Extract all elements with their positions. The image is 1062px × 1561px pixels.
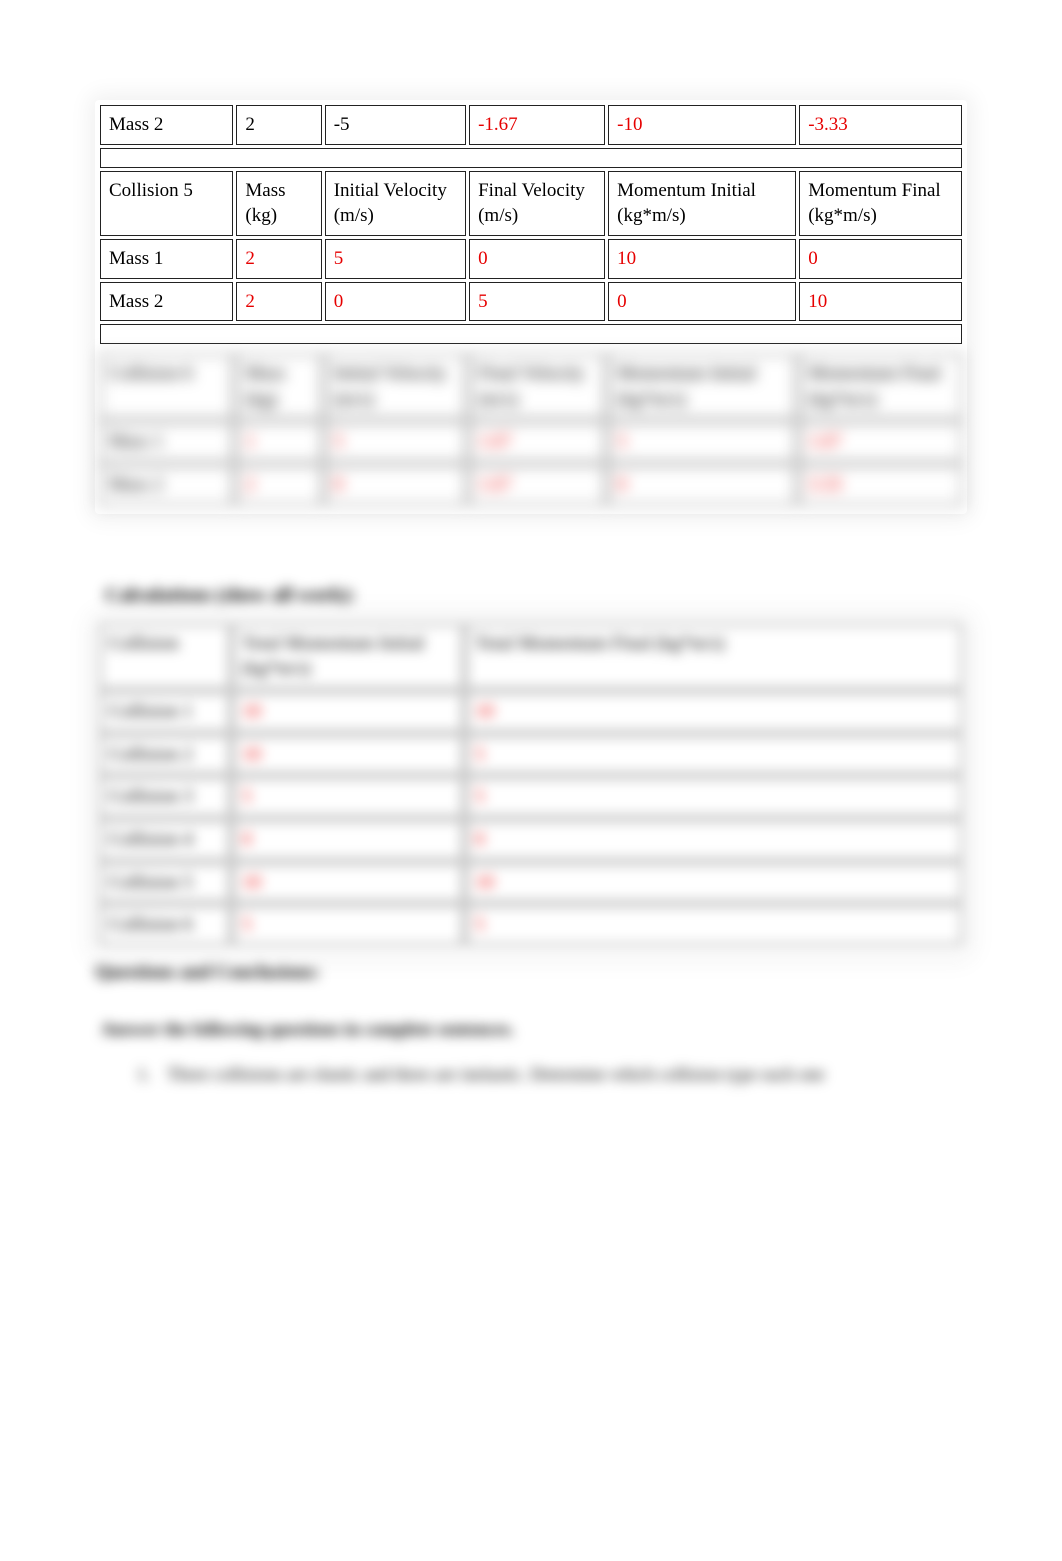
cell-tf: 5: [466, 777, 962, 817]
header-mass: Mass (kg): [236, 171, 321, 236]
header-pf: Momentum Final (kg*m/s): [799, 171, 962, 236]
cell-vi: -5: [325, 105, 466, 145]
row-label: Mass 2: [100, 282, 233, 322]
table-row: Collision 3 5 5: [100, 777, 962, 817]
calculations-table: Collision Total Momentum Initial (kg*m/s…: [97, 621, 965, 948]
row-label: Mass 1: [100, 422, 233, 462]
header-pf: Momentum Final (kg*m/s): [799, 354, 962, 419]
header-vf: Final Velocity (m/s): [469, 354, 605, 419]
header-total-final: Total Momentum Final (kg*m/s): [466, 624, 962, 689]
calculations-heading: Calculations (show all work):: [105, 584, 967, 607]
calculations-table-wrap: Collision Total Momentum Initial (kg*m/s…: [95, 619, 967, 954]
cell-tf: 5: [466, 905, 962, 945]
header-vi: Initial Velocity (m/s): [325, 171, 466, 236]
row-label: Mass 2: [100, 465, 233, 505]
cell: 1.67: [799, 422, 962, 462]
cell: 0: [325, 465, 466, 505]
cell-ti: 10: [233, 735, 463, 775]
header-vi: Initial Velocity (m/s): [325, 354, 466, 419]
spacer-row: [100, 324, 962, 344]
cell-collision: Collision 3: [100, 777, 230, 817]
header-collision: Collision: [100, 624, 230, 689]
cell-mass: 2: [236, 105, 321, 145]
cell-collision: Collision 1: [100, 692, 230, 732]
cell: 1: [236, 422, 321, 462]
cell-ti: 10: [233, 692, 463, 732]
collision-tables-block: Mass 2 2 -5 -1.67 -10 -3.33 Collision 5 …: [95, 100, 967, 514]
table-header-row: Collision 5 Mass (kg) Initial Velocity (…: [100, 171, 962, 236]
header-pi: Momentum Initial (kg*m/s): [608, 171, 796, 236]
cell-collision: Collision 2: [100, 735, 230, 775]
header-pi: Momentum Initial (kg*m/s): [608, 354, 796, 419]
cell-ti: 0: [233, 820, 463, 860]
cell: 1.67: [469, 465, 605, 505]
question-1: Three collisions are elastic and three a…: [155, 1064, 967, 1085]
cell-ti: 10: [233, 863, 463, 903]
table-row: Collision 2 10 5: [100, 735, 962, 775]
table-row: Collision 6 5 5: [100, 905, 962, 945]
questions-heading: Questions and Conclusions:: [95, 962, 967, 984]
cell: 3.33: [799, 465, 962, 505]
cell: 0: [608, 465, 796, 505]
cell-tf: 10: [466, 863, 962, 903]
cell-pf: 10: [799, 282, 962, 322]
header-total-initial: Total Momentum Initial (kg*m/s): [233, 624, 463, 689]
cell-pf: 0: [799, 239, 962, 279]
cell-collision: Collision 6: [100, 905, 230, 945]
question-list: Three collisions are elastic and three a…: [155, 1064, 967, 1085]
table-row: Collision 5 10 10: [100, 863, 962, 903]
table-header-row: Collision Total Momentum Initial (kg*m/s…: [100, 624, 962, 689]
cell: 1.67: [469, 422, 605, 462]
table-row: Collision 4 0 0: [100, 820, 962, 860]
cell-vf: -1.67: [469, 105, 605, 145]
cell-tf: 10: [466, 692, 962, 732]
table-header-row: Collision 6 Mass (kg) Initial Velocity (…: [100, 354, 962, 419]
cell-vi: 0: [325, 282, 466, 322]
collision6-table-blurred: Collision 6 Mass (kg) Initial Velocity (…: [97, 351, 965, 508]
table-row: Mass 1 2 5 0 10 0: [100, 239, 962, 279]
cell-tf: 5: [466, 735, 962, 775]
table-row: Mass 2 2 0 1.67 0 3.33: [100, 465, 962, 505]
row-label: Mass 2: [100, 105, 233, 145]
cell-vf: 5: [469, 282, 605, 322]
header-vf: Final Velocity (m/s): [469, 171, 605, 236]
cell-mass: 2: [236, 239, 321, 279]
collision4-partial-table: Mass 2 2 -5 -1.67 -10 -3.33 Collision 5 …: [97, 102, 965, 347]
cell-pi: 0: [608, 282, 796, 322]
cell-pi: 10: [608, 239, 796, 279]
cell-tf: 0: [466, 820, 962, 860]
answer-prompt: Answer the following questions in comple…: [101, 1019, 967, 1040]
collision-title: Collision 5: [100, 171, 233, 236]
cell: 5: [608, 422, 796, 462]
header-mass: Mass (kg): [236, 354, 321, 419]
table-row: Collision 1 10 10: [100, 692, 962, 732]
cell-pi: -10: [608, 105, 796, 145]
collision-title: Collision 6: [100, 354, 233, 419]
cell-ti: 5: [233, 905, 463, 945]
cell-collision: Collision 5: [100, 863, 230, 903]
cell: 2: [236, 465, 321, 505]
cell-vf: 0: [469, 239, 605, 279]
table-row: Mass 2 2 0 5 0 10: [100, 282, 962, 322]
cell-vi: 5: [325, 239, 466, 279]
spacer-row: [100, 148, 962, 168]
table-row: Mass 1 1 5 1.67 5 1.67: [100, 422, 962, 462]
cell: 5: [325, 422, 466, 462]
cell-collision: Collision 4: [100, 820, 230, 860]
cell-mass: 2: [236, 282, 321, 322]
cell-ti: 5: [233, 777, 463, 817]
table-row: Mass 2 2 -5 -1.67 -10 -3.33: [100, 105, 962, 145]
row-label: Mass 1: [100, 239, 233, 279]
document-page: Mass 2 2 -5 -1.67 -10 -3.33 Collision 5 …: [0, 0, 1062, 1125]
cell-pf: -3.33: [799, 105, 962, 145]
